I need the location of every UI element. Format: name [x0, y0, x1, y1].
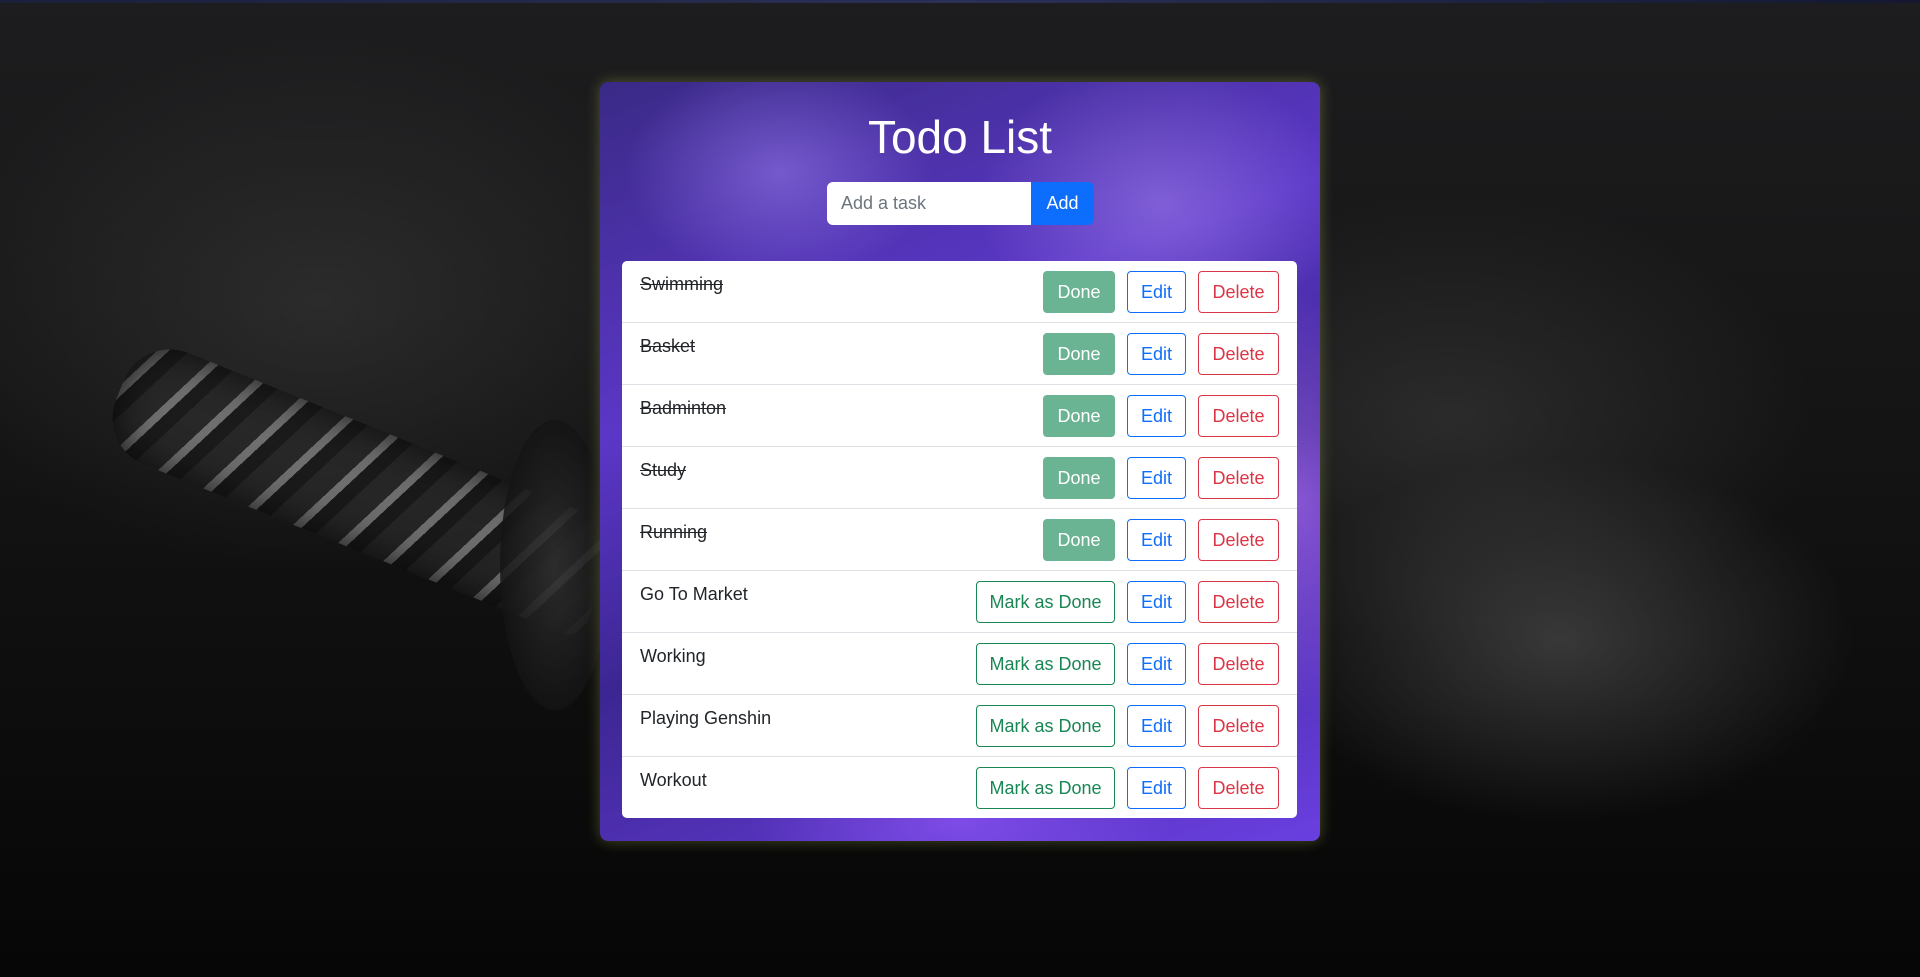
edit-button[interactable]: Edit — [1127, 705, 1186, 747]
edit-button[interactable]: Edit — [1127, 767, 1186, 809]
task-text: Basket — [640, 336, 696, 356]
task-input[interactable] — [827, 182, 1031, 225]
task-text: Go To Market — [640, 584, 748, 604]
done-button[interactable]: Done — [1043, 457, 1115, 499]
task-actions: Done Edit Delete — [1043, 457, 1279, 499]
task-actions: Mark as Done Edit Delete — [976, 705, 1279, 747]
done-button[interactable]: Done — [1043, 395, 1115, 437]
task-item: Basket Done Edit Delete — [622, 323, 1297, 385]
edit-button[interactable]: Edit — [1127, 643, 1186, 685]
edit-button[interactable]: Edit — [1127, 457, 1186, 499]
delete-button[interactable]: Delete — [1198, 643, 1279, 685]
task-actions: Mark as Done Edit Delete — [976, 643, 1279, 685]
task-actions: Done Edit Delete — [1043, 395, 1279, 437]
delete-button[interactable]: Delete — [1198, 767, 1279, 809]
delete-button[interactable]: Delete — [1198, 457, 1279, 499]
task-text: Running — [640, 522, 708, 542]
task-text: Study — [640, 460, 687, 480]
edit-button[interactable]: Edit — [1127, 581, 1186, 623]
delete-button[interactable]: Delete — [1198, 519, 1279, 561]
add-button[interactable]: Add — [1031, 182, 1094, 225]
task-actions: Done Edit Delete — [1043, 271, 1279, 313]
task-actions: Done Edit Delete — [1043, 333, 1279, 375]
task-item: Study Done Edit Delete — [622, 447, 1297, 509]
done-button[interactable]: Done — [1043, 333, 1115, 375]
task-item: Running Done Edit Delete — [622, 509, 1297, 571]
delete-button[interactable]: Delete — [1198, 271, 1279, 313]
mark-as-done-button[interactable]: Mark as Done — [976, 705, 1115, 747]
add-task-form: Add — [827, 182, 1094, 225]
task-text: Badminton — [640, 398, 727, 418]
done-button[interactable]: Done — [1043, 271, 1115, 313]
task-text: Playing Genshin — [640, 708, 772, 728]
task-actions: Mark as Done Edit Delete — [976, 767, 1279, 809]
edit-button[interactable]: Edit — [1127, 519, 1186, 561]
task-item: Working Mark as Done Edit Delete — [622, 633, 1297, 695]
edit-button[interactable]: Edit — [1127, 271, 1186, 313]
delete-button[interactable]: Delete — [1198, 705, 1279, 747]
mark-as-done-button[interactable]: Mark as Done — [976, 767, 1115, 809]
task-actions: Mark as Done Edit Delete — [976, 581, 1279, 623]
top-strip — [0, 0, 1920, 3]
task-item: Go To Market Mark as Done Edit Delete — [622, 571, 1297, 633]
delete-button[interactable]: Delete — [1198, 581, 1279, 623]
done-button[interactable]: Done — [1043, 519, 1115, 561]
task-item: Swimming Done Edit Delete — [622, 261, 1297, 323]
task-text: Workout — [640, 770, 707, 790]
katana-guard-art — [500, 420, 610, 710]
task-text: Working — [640, 646, 706, 666]
task-item: Playing Genshin Mark as Done Edit Delete — [622, 695, 1297, 757]
task-list: Swimming Done Edit Delete Basket Done Edit Dele… — [622, 261, 1297, 818]
task-actions: Done Edit Delete — [1043, 519, 1279, 561]
delete-button[interactable]: Delete — [1198, 395, 1279, 437]
task-item: Workout Mark as Done Edit Delete — [622, 757, 1297, 818]
task-text: Swimming — [640, 274, 724, 294]
delete-button[interactable]: Delete — [1198, 333, 1279, 375]
edit-button[interactable]: Edit — [1127, 333, 1186, 375]
todo-card: Todo List Add SwimmingDoneEditDeleteBask… — [600, 82, 1320, 841]
mark-as-done-button[interactable]: Mark as Done — [976, 581, 1115, 623]
edit-button[interactable]: Edit — [1127, 395, 1186, 437]
task-item: Badminton Done Edit Delete — [622, 385, 1297, 447]
mark-as-done-button[interactable]: Mark as Done — [976, 643, 1115, 685]
page-title: Todo List — [867, 111, 1053, 163]
